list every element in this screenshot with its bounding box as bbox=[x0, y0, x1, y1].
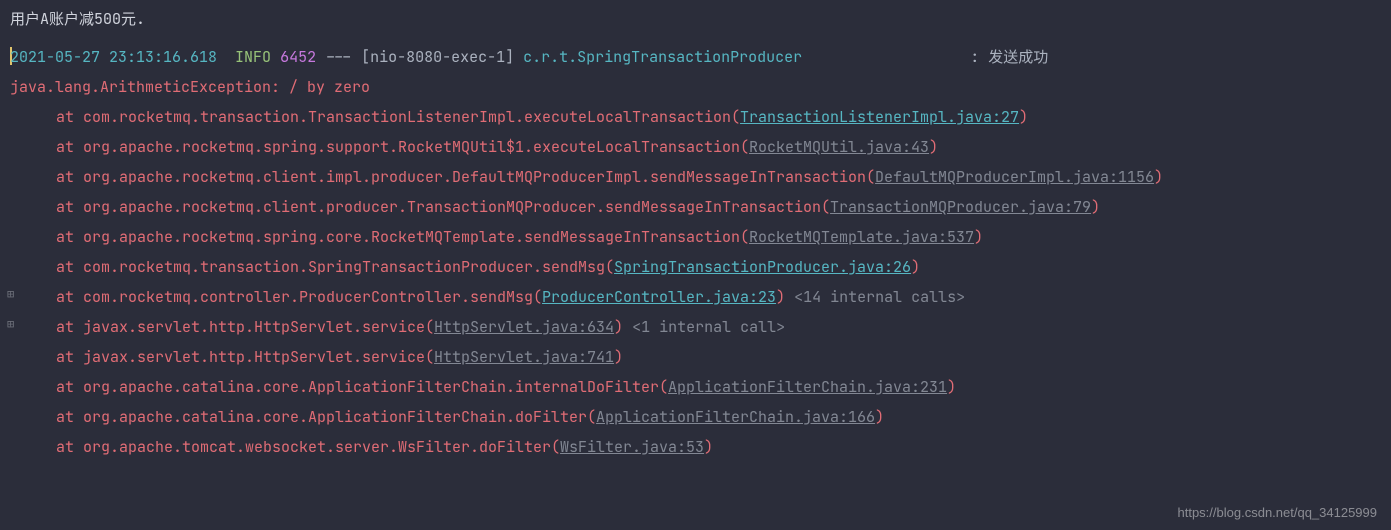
stacktrace-line: at org.apache.rocketmq.spring.core.Rocke… bbox=[10, 222, 1381, 252]
stacktrace-line: at com.rocketmq.transaction.SpringTransa… bbox=[10, 252, 1381, 282]
stack-source-link[interactable]: DefaultMQProducerImpl.java:1156 bbox=[875, 167, 1154, 187]
fold-toggle-icon[interactable]: ⊞ bbox=[7, 315, 14, 334]
stack-at-keyword: at bbox=[56, 107, 83, 127]
stack-paren-close: ) bbox=[776, 287, 785, 307]
app-output-text: 用户A账户减500元. bbox=[10, 9, 145, 29]
stack-at-keyword: at bbox=[56, 257, 83, 277]
stack-paren-close: ) bbox=[704, 437, 713, 457]
stack-at-keyword: at bbox=[56, 437, 83, 457]
stack-paren-open: ( bbox=[533, 287, 542, 307]
log-line: 2021-05-27 23:13:16.618 INFO 6452 --- [n… bbox=[10, 42, 1381, 72]
stack-method: org.apache.rocketmq.spring.core.RocketMQ… bbox=[83, 227, 740, 247]
stack-at-keyword: at bbox=[56, 407, 83, 427]
stack-paren-open: ( bbox=[551, 437, 560, 457]
app-output-line: 用户A账户减500元. bbox=[10, 4, 1381, 34]
stack-source-link[interactable]: ProducerController.java:23 bbox=[542, 287, 776, 307]
stack-method: org.apache.rocketmq.client.impl.producer… bbox=[83, 167, 866, 187]
stack-method: org.apache.tomcat.websocket.server.WsFil… bbox=[83, 437, 551, 457]
stack-method: org.apache.catalina.core.ApplicationFilt… bbox=[83, 377, 659, 397]
stack-paren-open: ( bbox=[659, 377, 668, 397]
stack-paren-open: ( bbox=[425, 347, 434, 367]
stack-paren-close: ) bbox=[614, 317, 623, 337]
stack-method: org.apache.rocketmq.client.producer.Tran… bbox=[83, 197, 821, 217]
log-timestamp: 2021-05-27 23:13:16.618 bbox=[10, 47, 217, 67]
stack-paren-open: ( bbox=[731, 107, 740, 127]
stack-paren-close: ) bbox=[947, 377, 956, 397]
stack-paren-open: ( bbox=[821, 197, 830, 217]
stacktrace-line: at com.rocketmq.transaction.TransactionL… bbox=[10, 102, 1381, 132]
log-message: 发送成功 bbox=[988, 47, 1048, 67]
stack-at-keyword: at bbox=[56, 197, 83, 217]
stack-source-link[interactable]: HttpServlet.java:741 bbox=[434, 347, 614, 367]
exception-line: java.lang.ArithmeticException: / by zero bbox=[10, 72, 1381, 102]
stack-paren-close: ) bbox=[929, 137, 938, 157]
stack-method: com.rocketmq.controller.ProducerControll… bbox=[83, 287, 533, 307]
stacktrace-line: at org.apache.catalina.core.ApplicationF… bbox=[10, 372, 1381, 402]
stack-method: javax.servlet.http.HttpServlet.service bbox=[83, 317, 425, 337]
fold-toggle-icon[interactable]: ⊞ bbox=[7, 285, 14, 304]
stack-paren-close: ) bbox=[1091, 197, 1100, 217]
stack-source-link[interactable]: ApplicationFilterChain.java:231 bbox=[668, 377, 947, 397]
stack-paren-open: ( bbox=[605, 257, 614, 277]
stack-paren-close: ) bbox=[911, 257, 920, 277]
stack-source-link[interactable]: ApplicationFilterChain.java:166 bbox=[596, 407, 875, 427]
stack-at-keyword: at bbox=[56, 317, 83, 337]
stack-method: com.rocketmq.transaction.SpringTransacti… bbox=[83, 257, 605, 277]
stack-source-link[interactable]: RocketMQUtil.java:43 bbox=[749, 137, 929, 157]
stack-at-keyword: at bbox=[56, 377, 83, 397]
stack-method: javax.servlet.http.HttpServlet.service bbox=[83, 347, 425, 367]
stack-source-link[interactable]: HttpServlet.java:634 bbox=[434, 317, 614, 337]
stack-method: org.apache.catalina.core.ApplicationFilt… bbox=[83, 407, 587, 427]
log-thread: [nio-8080-exec-1] bbox=[361, 47, 514, 67]
stack-paren-close: ) bbox=[974, 227, 983, 247]
stack-at-keyword: at bbox=[56, 167, 83, 187]
stack-source-link[interactable]: RocketMQTemplate.java:537 bbox=[749, 227, 974, 247]
stack-source-link[interactable]: SpringTransactionProducer.java:26 bbox=[614, 257, 911, 277]
stack-paren-open: ( bbox=[866, 167, 875, 187]
stacktrace-line: at org.apache.rocketmq.client.impl.produ… bbox=[10, 162, 1381, 192]
stack-paren-open: ( bbox=[740, 137, 749, 157]
log-colon: : bbox=[970, 47, 979, 67]
stack-internal-calls: <14 internal calls> bbox=[785, 287, 965, 307]
stack-internal-calls: <1 internal call> bbox=[623, 317, 785, 337]
stacktrace-line: at org.apache.rocketmq.spring.support.Ro… bbox=[10, 132, 1381, 162]
stack-paren-close: ) bbox=[614, 347, 623, 367]
stacktrace-line: at org.apache.tomcat.websocket.server.Ws… bbox=[10, 432, 1381, 462]
stack-at-keyword: at bbox=[56, 287, 83, 307]
stack-at-keyword: at bbox=[56, 347, 83, 367]
stack-paren-open: ( bbox=[740, 227, 749, 247]
stack-source-link[interactable]: TransactionMQProducer.java:79 bbox=[830, 197, 1091, 217]
log-pid: 6452 bbox=[280, 47, 316, 67]
stacktrace-line: ⊞ at com.rocketmq.controller.ProducerCont… bbox=[10, 282, 1381, 312]
stack-source-link[interactable]: WsFilter.java:53 bbox=[560, 437, 704, 457]
log-logger: c.r.t.SpringTransactionProducer bbox=[523, 47, 802, 67]
stacktrace-line: at org.apache.catalina.core.ApplicationF… bbox=[10, 402, 1381, 432]
stack-at-keyword: at bbox=[56, 137, 83, 157]
stacktrace-line: ⊞ at javax.servlet.http.HttpServlet.servi… bbox=[10, 312, 1381, 342]
stack-method: com.rocketmq.transaction.TransactionList… bbox=[83, 107, 731, 127]
watermark: https://blog.csdn.net/qq_34125999 bbox=[1178, 503, 1378, 524]
stack-paren-close: ) bbox=[875, 407, 884, 427]
stack-paren-close: ) bbox=[1154, 167, 1163, 187]
stack-at-keyword: at bbox=[56, 227, 83, 247]
stack-paren-open: ( bbox=[425, 317, 434, 337]
stacktrace-line: at javax.servlet.http.HttpServlet.servic… bbox=[10, 342, 1381, 372]
log-level: INFO bbox=[235, 47, 271, 67]
log-separator-dash: --- bbox=[325, 47, 352, 67]
stack-paren-close: ) bbox=[1019, 107, 1028, 127]
stack-paren-open: ( bbox=[587, 407, 596, 427]
exception-text: java.lang.ArithmeticException: / by zero bbox=[10, 77, 370, 97]
stack-method: org.apache.rocketmq.spring.support.Rocke… bbox=[83, 137, 740, 157]
stacktrace-line: at org.apache.rocketmq.client.producer.T… bbox=[10, 192, 1381, 222]
stack-source-link[interactable]: TransactionListenerImpl.java:27 bbox=[740, 107, 1019, 127]
